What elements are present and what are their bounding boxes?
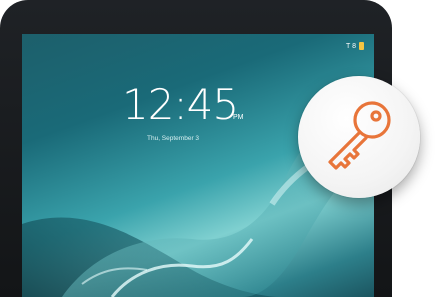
promo-image: T 8 12:45 PM Thu, September 3 bbox=[0, 0, 435, 297]
lockscreen-date: Thu, September 3 bbox=[147, 135, 200, 142]
status-icons: T 8 bbox=[346, 42, 356, 50]
lockscreen-ampm: PM bbox=[233, 114, 244, 121]
battery-icon bbox=[359, 42, 364, 50]
key-badge bbox=[298, 76, 420, 198]
lockscreen-clock: 12:45 bbox=[122, 80, 239, 129]
status-bar: T 8 bbox=[346, 42, 364, 50]
key-icon bbox=[328, 101, 391, 170]
